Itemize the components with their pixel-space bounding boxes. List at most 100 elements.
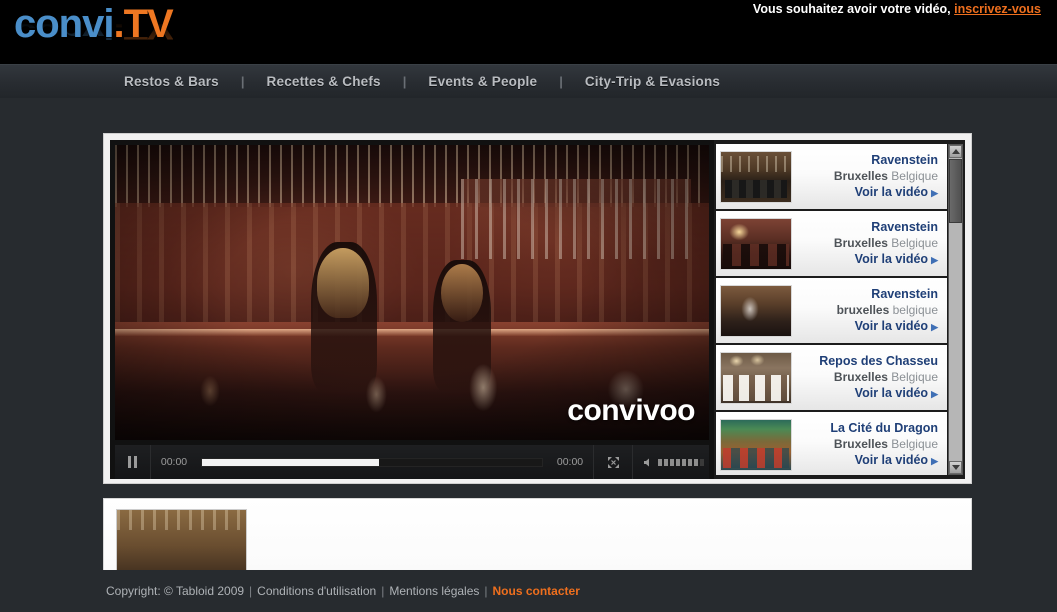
volume-bar	[670, 458, 674, 466]
playlist-item-city: Bruxelles	[833, 236, 888, 250]
nav-separator: |	[559, 74, 563, 89]
scrollbar-thumb[interactable]	[949, 159, 962, 223]
playlist-item[interactable]: Ravenstein Bruxelles Belgique Voir la vidé…	[716, 144, 947, 209]
fullscreen-icon	[607, 456, 619, 468]
playlist-item-thumbnail[interactable]	[720, 284, 792, 337]
footer-separator: |	[381, 584, 385, 598]
playlist-item-thumbnail[interactable]	[720, 217, 792, 270]
page-body: convivoo 00:00 00:00 Ravenstein Bruxelle…	[0, 98, 1057, 612]
pause-button[interactable]	[115, 445, 151, 479]
playlist-item-country: Belgique	[887, 236, 938, 250]
nav-item-recettes-chefs[interactable]: Recettes & Chefs	[267, 74, 381, 89]
playlist-item-thumbnail[interactable]	[720, 418, 792, 471]
pause-icon	[128, 456, 137, 468]
playlist-item-location: Bruxelles Belgique	[792, 436, 938, 452]
playlist-item-text: Ravenstein Bruxelles Belgique Voir la vidé…	[792, 152, 947, 201]
play-arrow-icon: ▶	[931, 389, 938, 399]
playlist-item-title: La Cité du Dragon	[830, 421, 938, 435]
playlist-item-text: La Cité du Dragon Bruxelles Belgique Voir …	[792, 420, 947, 469]
playlist-item-watch-link[interactable]: Voir la vidéo ▶	[792, 184, 938, 201]
playlist-item-thumbnail[interactable]	[720, 150, 792, 203]
player-panel: convivoo 00:00 00:00 Ravenstein Bruxelle…	[103, 133, 972, 484]
footer-separator: |	[484, 584, 488, 598]
scroll-down-button[interactable]	[949, 461, 962, 474]
playlist-column: Ravenstein Bruxelles Belgique Voir la vidé…	[714, 140, 965, 479]
playlist-item-city: Bruxelles	[833, 169, 888, 183]
playlist-item-city: Bruxelles	[833, 370, 888, 384]
playlist-item-location: Bruxelles Belgique	[792, 369, 938, 385]
progress-bar-fill	[202, 458, 379, 466]
playlist-item[interactable]: Repos des Chasseu Bruxelles Belgique Voir …	[716, 345, 947, 410]
logo-reflection-dot: .	[113, 18, 124, 43]
fullscreen-button[interactable]	[593, 445, 633, 479]
playlist-item-watch-link[interactable]: Voir la vidéo ▶	[792, 452, 938, 469]
playlist-scrollbar[interactable]	[948, 144, 963, 475]
thumbnail-image	[721, 285, 791, 336]
playlist-item-watch-link[interactable]: Voir la vidéo ▶	[792, 385, 938, 402]
copyright-text: Copyright: © Tabloid 2009	[106, 584, 245, 598]
nav-item-restos-bars[interactable]: Restos & Bars	[124, 74, 219, 89]
footer-link-legal[interactable]: Mentions légales	[389, 584, 479, 598]
playlist-item-country: Belgique	[887, 437, 938, 451]
playlist-item-title: Ravenstein	[871, 153, 938, 167]
thumbnail-image	[721, 352, 791, 403]
playlist-item-location: Bruxelles Belgique	[792, 168, 938, 184]
video-stage[interactable]: convivoo	[115, 145, 709, 440]
play-arrow-icon: ▶	[931, 322, 938, 332]
playlist-item-text: Ravenstein bruxelles belgique Voir la vidé…	[792, 286, 947, 335]
volume-bar	[664, 458, 668, 466]
nav-item-events-people[interactable]: Events & People	[428, 74, 537, 89]
volume-control[interactable]	[633, 445, 709, 479]
player-controls: 00:00 00:00	[115, 445, 709, 479]
chevron-up-icon	[951, 149, 960, 154]
volume-bar	[688, 458, 692, 466]
playlist-item-text: Ravenstein Bruxelles Belgique Voir la vidé…	[792, 219, 947, 268]
player-inner: convivoo 00:00 00:00 Ravenstein Bruxelle…	[110, 140, 965, 479]
volume-bar	[676, 458, 680, 466]
signup-link[interactable]: inscrivez-vous	[954, 2, 1041, 16]
main-navigation: Restos & Bars | Recettes & Chefs | Event…	[0, 64, 1057, 98]
volume-bar	[682, 458, 686, 466]
scroll-up-button[interactable]	[949, 145, 962, 158]
nav-item-city-trip-evasions[interactable]: City-Trip & Evasions	[585, 74, 720, 89]
volume-bar	[694, 458, 698, 466]
video-watermark: convivoo	[567, 394, 695, 427]
play-arrow-icon: ▶	[931, 456, 938, 466]
footer-separator: |	[249, 584, 253, 598]
footer-link-contact[interactable]: Nous contacter	[493, 584, 580, 598]
playlist-item-city: Bruxelles	[833, 437, 888, 451]
playlist-item[interactable]: La Cité du Dragon Bruxelles Belgique Voir …	[716, 412, 947, 475]
signup-prompt: Vous souhaitez avoir votre vidéo, inscri…	[753, 2, 1041, 16]
playlist-item-country: Belgique	[887, 370, 938, 384]
playlist-item[interactable]: Ravenstein Bruxelles Belgique Voir la vidé…	[716, 211, 947, 276]
volume-level-bars[interactable]	[658, 458, 704, 466]
thumbnail-image	[721, 218, 791, 269]
playlist-item-watch-link[interactable]: Voir la vidéo ▶	[792, 251, 938, 268]
playlist-item-title: Repos des Chasseu	[819, 354, 938, 368]
thumbnail-image	[721, 151, 791, 202]
playlist-item-text: Repos des Chasseu Bruxelles Belgique Voir …	[792, 353, 947, 402]
playlist: Ravenstein Bruxelles Belgique Voir la vidé…	[716, 144, 947, 475]
speaker-icon	[644, 458, 649, 466]
playlist-item-location: Bruxelles Belgique	[792, 235, 938, 251]
playlist-item[interactable]: Ravenstein bruxelles belgique Voir la vidé…	[716, 278, 947, 343]
logo-reflection-tv: TV	[123, 18, 173, 43]
site-logo[interactable]: convi.TV convi.TV	[14, 2, 184, 62]
playlist-item-country: belgique	[889, 303, 938, 317]
play-arrow-icon: ▶	[931, 188, 938, 198]
nav-separator: |	[240, 74, 245, 89]
footer-link-terms[interactable]: Conditions d'utilisation	[257, 584, 376, 598]
playlist-item-thumbnail[interactable]	[720, 351, 792, 404]
logo-reflection-convi: convi	[14, 18, 114, 43]
signup-prompt-text: Vous souhaitez avoir votre vidéo,	[752, 2, 951, 16]
video-column: convivoo 00:00 00:00	[110, 140, 714, 479]
playlist-item-title: Ravenstein	[871, 287, 938, 301]
playlist-item-country: Belgique	[887, 169, 938, 183]
playlist-item-watch-link[interactable]: Voir la vidéo ▶	[792, 318, 938, 335]
site-header: convi.TV convi.TV Vous souhaitez avoir v…	[0, 0, 1057, 64]
play-arrow-icon: ▶	[931, 255, 938, 265]
thumbnail-image	[721, 419, 791, 470]
playlist-item-city: bruxelles	[836, 303, 890, 317]
progress-bar[interactable]	[201, 457, 543, 467]
volume-bar	[658, 458, 662, 466]
